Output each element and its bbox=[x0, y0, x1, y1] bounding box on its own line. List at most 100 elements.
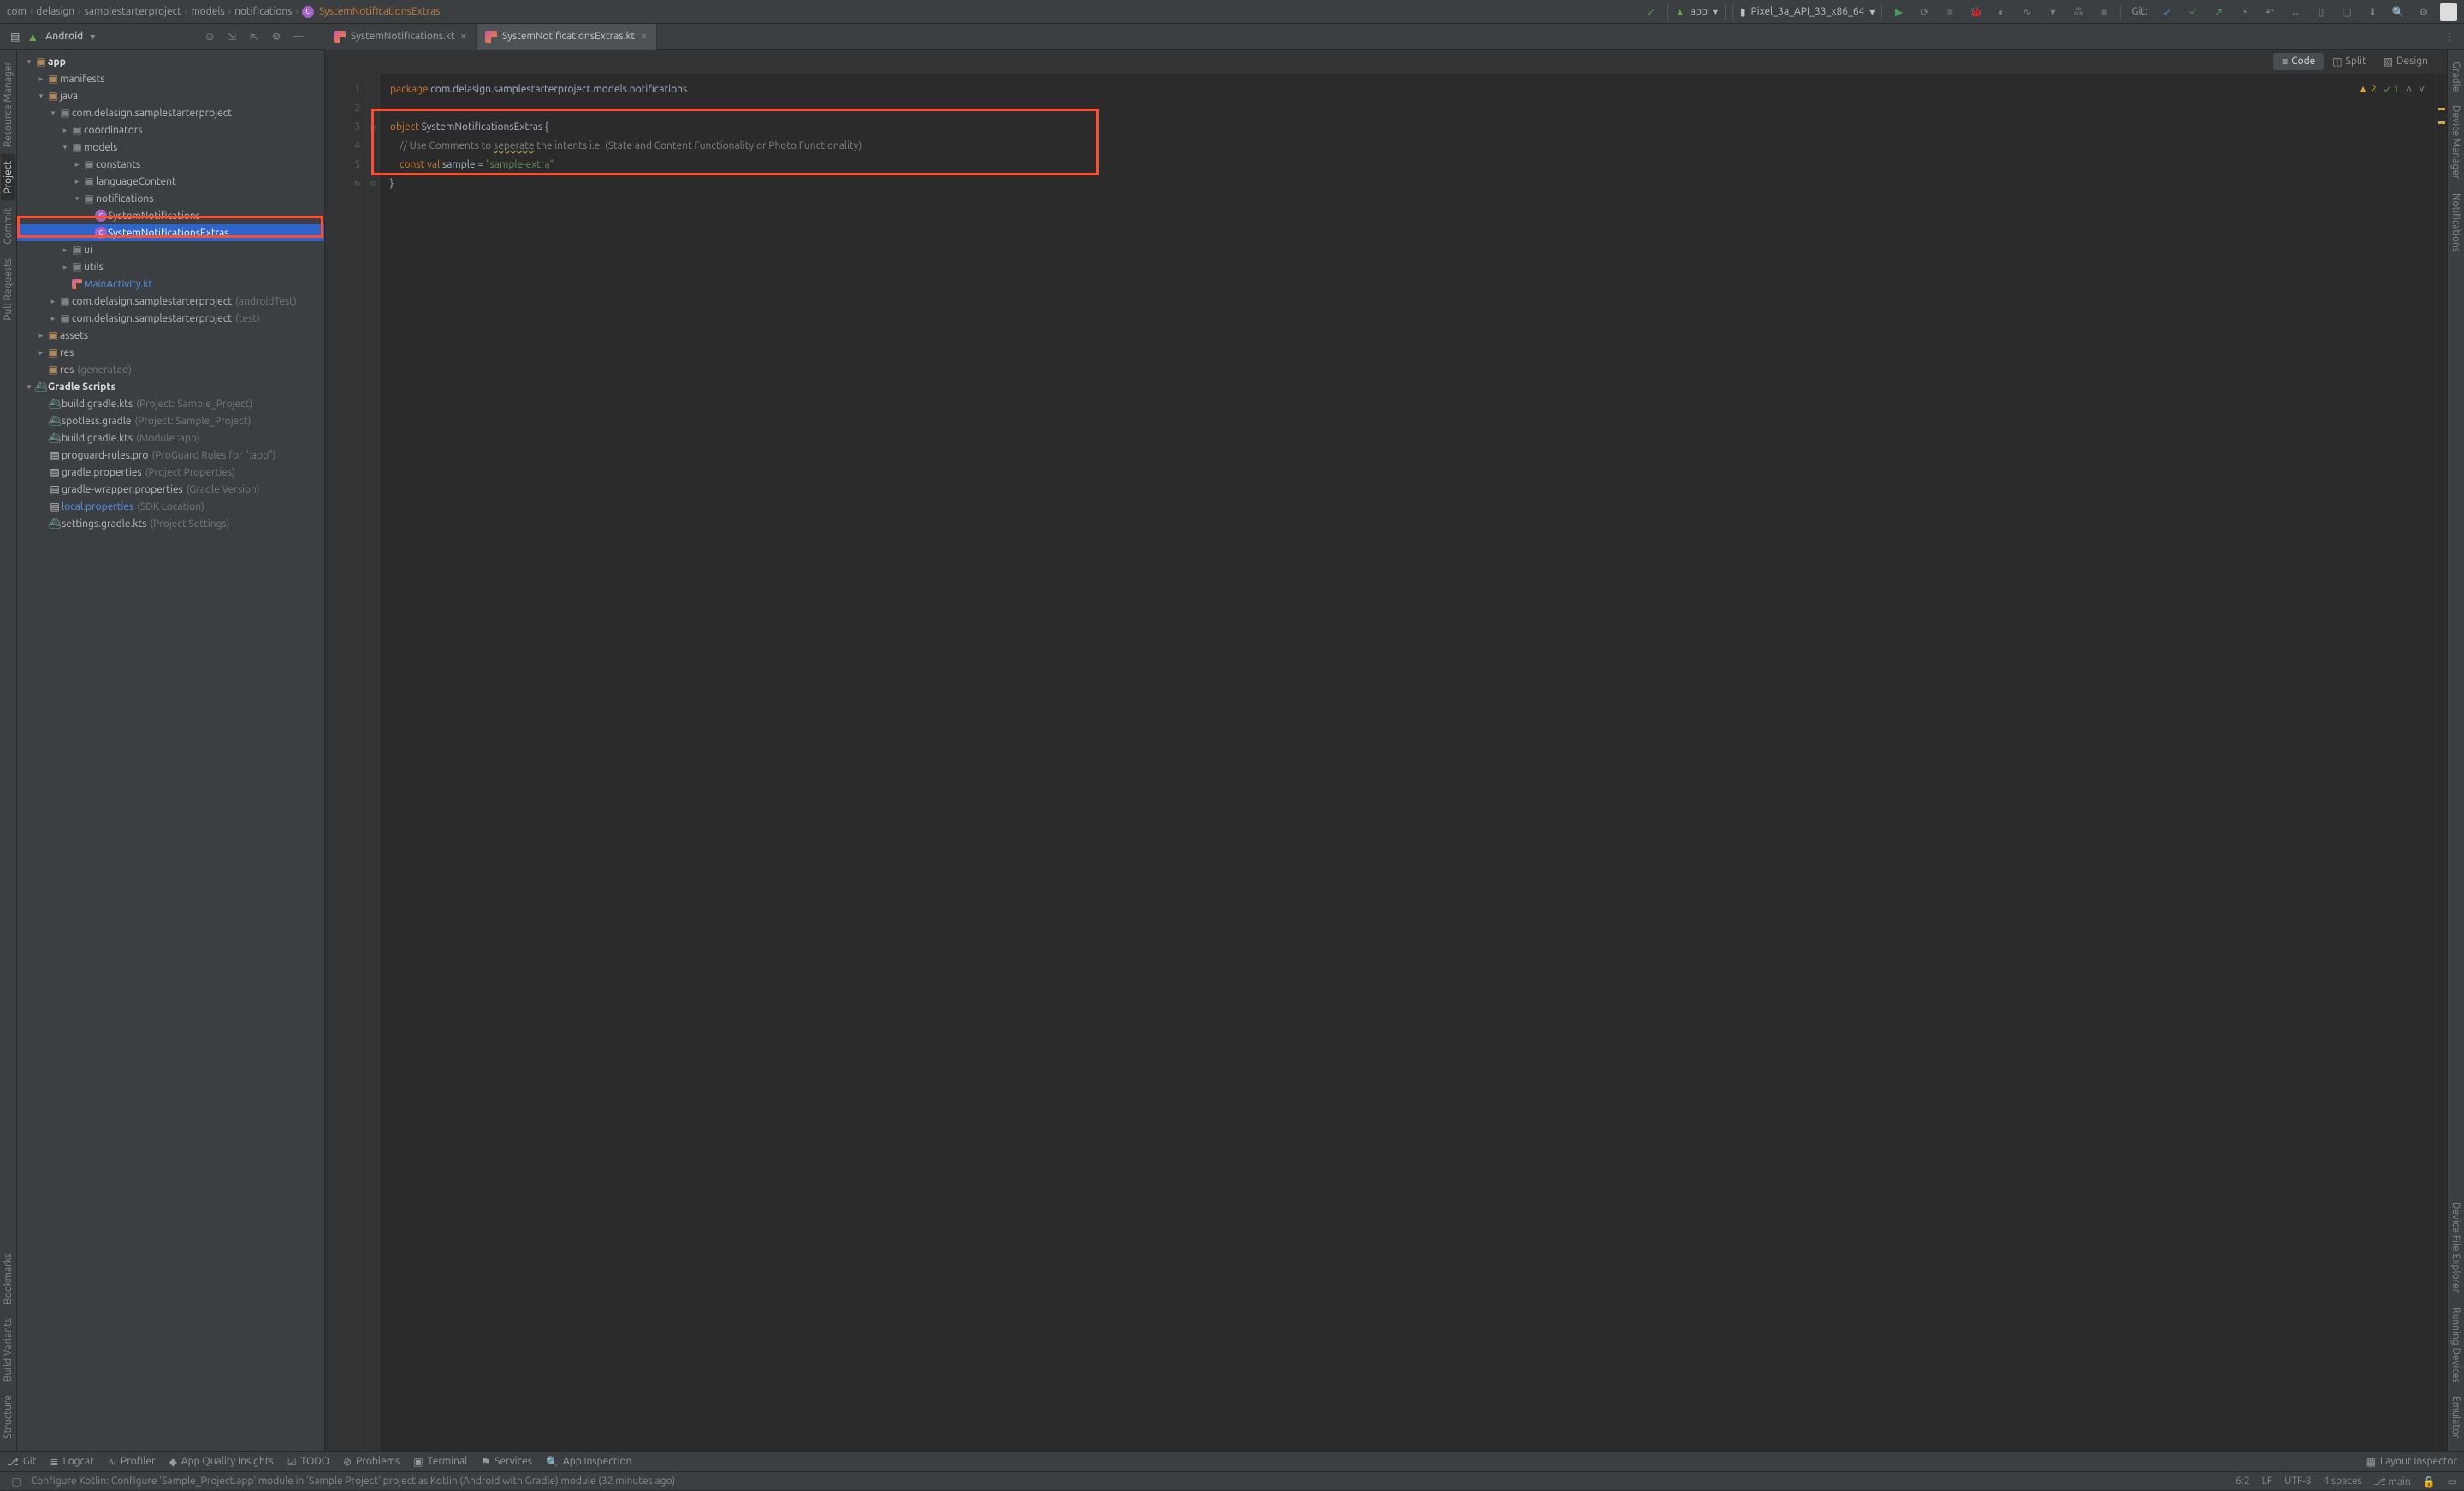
more-tabs-icon[interactable]: ⋮ bbox=[2440, 27, 2459, 46]
run-configuration-dropdown[interactable]: ▲ app ▾ bbox=[1667, 3, 1726, 21]
gear-icon[interactable]: ⚙ bbox=[267, 27, 286, 46]
running-devices-tool[interactable]: Running Devices bbox=[2449, 1300, 2463, 1390]
tree-node-manifests[interactable]: ▸▣manifests bbox=[17, 70, 324, 87]
project-tool[interactable]: Project bbox=[1, 154, 15, 201]
tree-node-res[interactable]: ▸▣res bbox=[17, 344, 324, 361]
tree-node-language-content[interactable]: ▸▣languageContent bbox=[17, 173, 324, 190]
app-inspection-tool[interactable]: 🔍App Inspection bbox=[546, 1456, 631, 1468]
breadcrumb-item[interactable]: delasign bbox=[36, 6, 74, 17]
prev-highlight-icon[interactable]: ˄ bbox=[2406, 80, 2412, 99]
git-commit-icon[interactable]: ✓ bbox=[2183, 3, 2202, 21]
next-highlight-icon[interactable]: ˅ bbox=[2419, 80, 2425, 99]
tree-node-gradle-wrapper[interactable]: ▤gradle-wrapper.properties(Gradle Versio… bbox=[17, 481, 324, 498]
app-quality-tool[interactable]: ◆App Quality Insights bbox=[169, 1456, 274, 1468]
run-button[interactable]: ▶ bbox=[1889, 3, 1908, 21]
more-run-button[interactable]: ⁂ bbox=[2069, 3, 2088, 21]
tree-node-models[interactable]: ▾▣models bbox=[17, 139, 324, 156]
tree-node-java[interactable]: ▾▣java bbox=[17, 87, 324, 104]
tree-node-assets[interactable]: ▸▣assets bbox=[17, 327, 324, 344]
warning-badge[interactable]: ▲2 bbox=[2358, 80, 2377, 99]
tree-node-package-android-test[interactable]: ▸▣com.delasign.samplestarterproject(andr… bbox=[17, 293, 324, 310]
layout-inspector-tool[interactable]: ▦Layout Inspector bbox=[2366, 1456, 2457, 1468]
build-variants-tool[interactable]: Build Variants bbox=[1, 1311, 15, 1388]
marker-bar[interactable] bbox=[2435, 74, 2447, 1451]
tree-node-build-gradle-project[interactable]: ⛴build.gradle.kts(Project: Sample_Projec… bbox=[17, 395, 324, 412]
device-dropdown[interactable]: ▮ Pixel_3a_API_33_x86_64 ▾ bbox=[1732, 3, 1883, 21]
project-view-selector[interactable]: ▤ ▲ Android ▾ ⊙ ⇲ ⇱ ⚙ — bbox=[0, 27, 325, 46]
stop-button[interactable]: ■ bbox=[2094, 3, 2113, 21]
redo-button[interactable]: ↔ bbox=[2286, 3, 2305, 21]
tree-node-package-test[interactable]: ▸▣com.delasign.samplestarterproject(test… bbox=[17, 310, 324, 327]
pull-requests-tool[interactable]: Pull Requests bbox=[1, 251, 15, 328]
logcat-tool[interactable]: ≣Logcat bbox=[50, 1456, 94, 1468]
sdk-manager-icon[interactable]: ⬇ bbox=[2363, 3, 2382, 21]
lock-icon[interactable]: 🔒 bbox=[2423, 1476, 2436, 1488]
fold-gutter[interactable]: ⊟ ⊟ bbox=[368, 74, 380, 1451]
inspection-widget[interactable]: ▲2 ✓1 ˄ ˅ bbox=[2358, 80, 2425, 99]
tree-node-gradle-properties[interactable]: ▤gradle.properties(Project Properties) bbox=[17, 464, 324, 481]
collapse-all-icon[interactable]: ⇱ bbox=[245, 27, 264, 46]
git-push-icon[interactable]: ↗ bbox=[2209, 3, 2228, 21]
status-message[interactable]: Configure Kotlin: Configure 'Sample_Proj… bbox=[31, 1476, 675, 1487]
fold-end-icon[interactable]: ⊟ bbox=[368, 175, 379, 193]
memory-indicator-icon[interactable]: ▭ bbox=[2448, 1476, 2457, 1488]
sync-icon[interactable]: ↙ bbox=[1642, 3, 1661, 21]
tree-node-spotless-gradle[interactable]: ⛴spotless.gradle(Project: Sample_Project… bbox=[17, 412, 324, 429]
coverage-button[interactable]: ◐ bbox=[1992, 3, 2011, 21]
project-tree[interactable]: ▾▣app ▸▣manifests ▾▣java ▾▣com.delasign.… bbox=[17, 50, 325, 1451]
tree-node-gradle-scripts[interactable]: ▾⛴Gradle Scripts bbox=[17, 378, 324, 395]
tree-node-res-generated[interactable]: ▣res(generated) bbox=[17, 361, 324, 378]
warning-marker[interactable] bbox=[2438, 121, 2445, 124]
hide-icon[interactable]: — bbox=[289, 27, 308, 46]
git-branch[interactable]: ⎇ main bbox=[2374, 1476, 2411, 1488]
caret-position[interactable]: 6:2 bbox=[2236, 1476, 2250, 1487]
todo-tool[interactable]: ☑TODO bbox=[287, 1456, 329, 1468]
tree-node-coordinators[interactable]: ▸▣coordinators bbox=[17, 121, 324, 139]
bookmarks-tool[interactable]: Bookmarks bbox=[1, 1246, 15, 1311]
breadcrumb-item[interactable]: com bbox=[7, 6, 27, 17]
line-separator[interactable]: LF bbox=[2262, 1476, 2272, 1487]
expand-all-icon[interactable]: ⇲ bbox=[222, 27, 241, 46]
ok-badge[interactable]: ✓1 bbox=[2384, 80, 2399, 99]
device-manager-tool[interactable]: Device Manager bbox=[2449, 98, 2463, 186]
tree-node-constants[interactable]: ▸▣constants bbox=[17, 156, 324, 173]
debug-button[interactable]: 🐞 bbox=[1966, 3, 1985, 21]
code-editor[interactable]: package com.delasign.samplestarterprojec… bbox=[380, 74, 2435, 1451]
editor-tab[interactable]: SystemNotificationsExtras.kt ✕ bbox=[477, 24, 657, 50]
profiler-tool[interactable]: ∿Profiler bbox=[108, 1456, 156, 1468]
close-icon[interactable]: ✕ bbox=[640, 32, 647, 42]
structure-tool[interactable]: Structure bbox=[1, 1388, 15, 1446]
fold-icon[interactable]: ⊟ bbox=[368, 118, 379, 137]
gradle-tool[interactable]: Gradle bbox=[2449, 55, 2463, 98]
editor-body[interactable]: 123456 ⊟ ⊟ package com.delasign.samplest… bbox=[325, 74, 2447, 1451]
undo-button[interactable]: ↶ bbox=[2260, 3, 2279, 21]
breadcrumb-item[interactable]: models bbox=[191, 6, 224, 17]
code-view-button[interactable]: ≡Code bbox=[2273, 53, 2324, 70]
breadcrumb-item[interactable]: notifications bbox=[234, 6, 292, 17]
split-view-button[interactable]: ◫Split bbox=[2324, 53, 2374, 70]
device-mirror-icon[interactable]: ▯ bbox=[2312, 3, 2331, 21]
tree-node-package[interactable]: ▾▣com.delasign.samplestarterproject bbox=[17, 104, 324, 121]
tree-node-utils[interactable]: ▸▣utils bbox=[17, 258, 324, 275]
tree-node-settings-gradle[interactable]: ⛴settings.gradle.kts(Project Settings) bbox=[17, 515, 324, 532]
commit-tool[interactable]: Commit bbox=[1, 201, 15, 251]
settings-icon[interactable]: ⚙ bbox=[2414, 3, 2433, 21]
profile-button[interactable]: ∿ bbox=[2017, 3, 2036, 21]
problems-tool[interactable]: ⊘Problems bbox=[343, 1456, 400, 1468]
file-encoding[interactable]: UTF-8 bbox=[2284, 1476, 2311, 1487]
design-view-button[interactable]: ▧Design bbox=[2375, 53, 2437, 70]
terminal-tool[interactable]: ▣Terminal bbox=[413, 1456, 467, 1468]
apply-code-changes-button[interactable]: ≡ bbox=[1940, 3, 1959, 21]
device-file-explorer-tool[interactable]: Device File Explorer bbox=[2449, 1195, 2463, 1299]
tree-node-main-activity[interactable]: MainActivity.kt bbox=[17, 275, 324, 293]
tool-window-quick-access-icon[interactable]: ▢ bbox=[7, 1472, 26, 1491]
tree-node-build-gradle-app[interactable]: ⛴build.gradle.kts(Module :app) bbox=[17, 429, 324, 447]
warning-marker[interactable] bbox=[2438, 108, 2445, 110]
resource-manager-tool[interactable]: Resource Manager bbox=[1, 55, 15, 154]
breadcrumb-item[interactable]: SystemNotificationsExtras bbox=[319, 6, 440, 17]
apply-changes-button[interactable]: ⟳ bbox=[1915, 3, 1934, 21]
avd-manager-icon[interactable]: ▢ bbox=[2337, 3, 2356, 21]
search-icon[interactable]: 🔍 bbox=[2389, 3, 2408, 21]
git-history-icon[interactable]: ◔ bbox=[2235, 3, 2254, 21]
git-pull-icon[interactable]: ↙ bbox=[2158, 3, 2177, 21]
